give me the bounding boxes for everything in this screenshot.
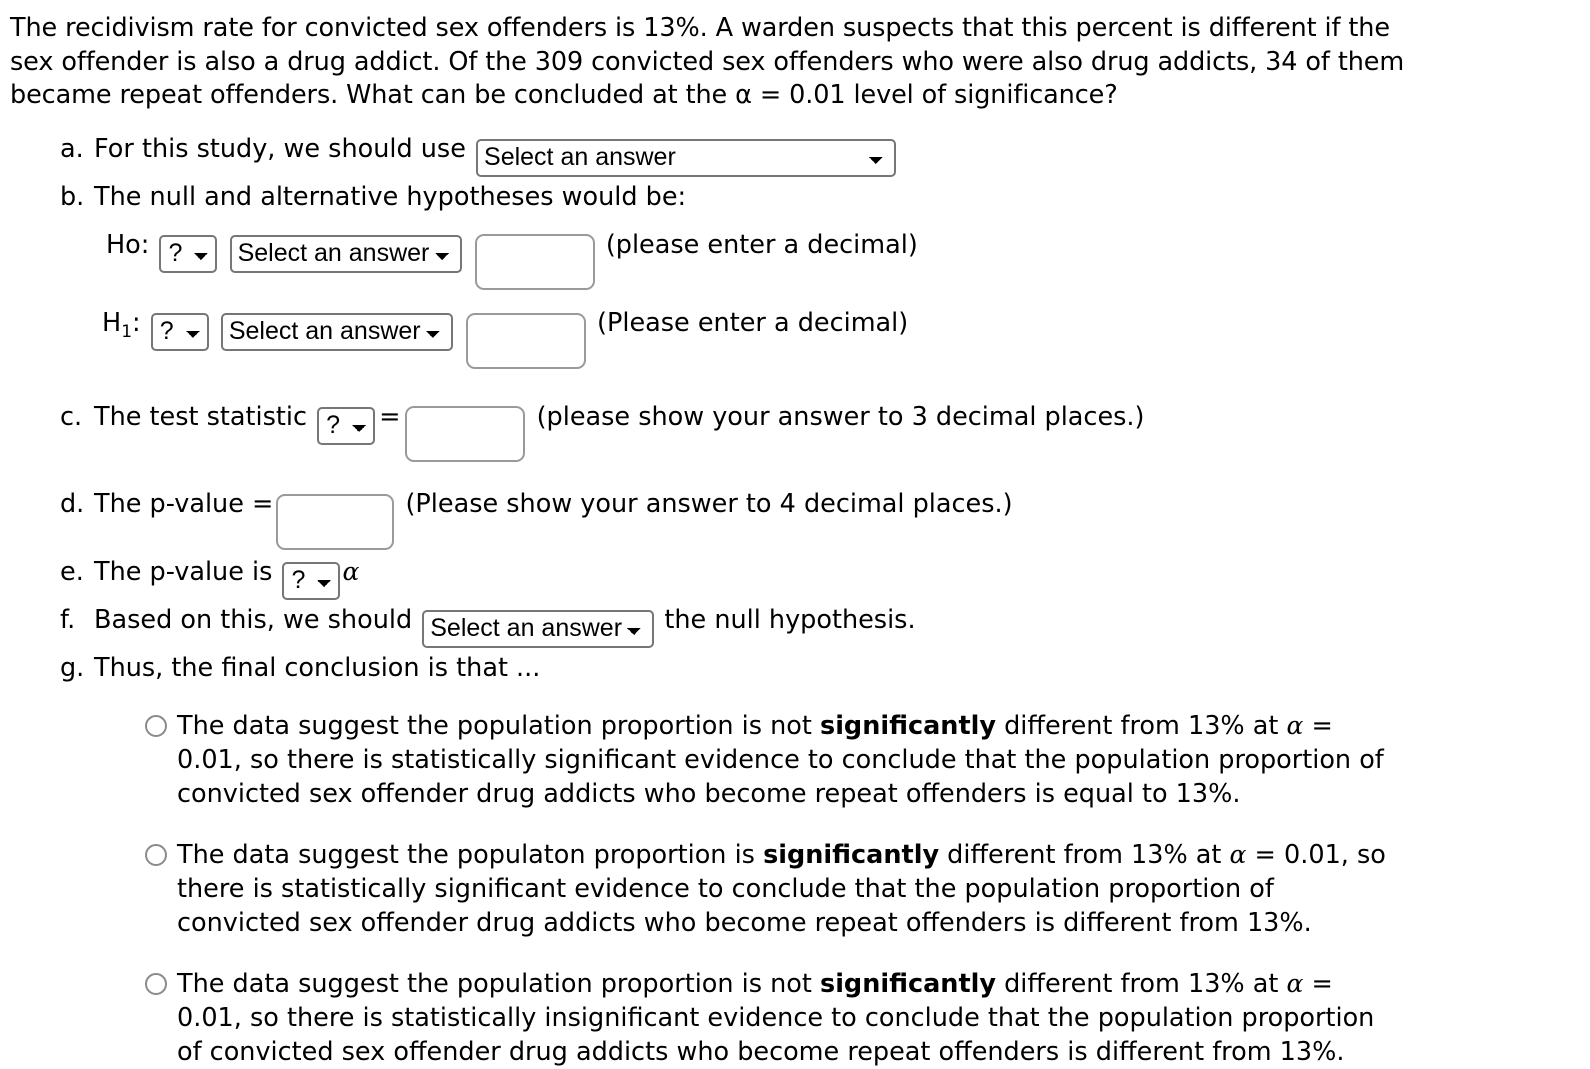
test-statistic-input[interactable] xyxy=(405,406,526,463)
part-g-marker: g. xyxy=(60,652,85,683)
part-e-label: The p-value is xyxy=(94,556,273,587)
alt-value-note: (Please enter a decimal) xyxy=(597,308,909,339)
null-operator-select[interactable]: Select an answer xyxy=(229,234,462,273)
question-prompt: The recidivism rate for convicted sex of… xyxy=(10,13,1405,111)
alpha-symbol: α xyxy=(342,556,360,586)
part-b: b. The null and alternative hypotheses wo… xyxy=(60,181,1576,215)
test-statistic-equals: = xyxy=(379,401,401,432)
p-value-comparison-select[interactable]: ? xyxy=(282,561,341,600)
part-e-marker: e. xyxy=(60,556,84,587)
question-parts-list: a. For this study, we should use Select a… xyxy=(10,133,1576,685)
part-a-marker: a. xyxy=(60,133,84,164)
null-hypothesis-row: Ho: ? Select an answer (please enter a d… xyxy=(60,229,1576,291)
part-a: a. For this study, we should use Select a… xyxy=(60,133,1576,177)
part-b-label: The null and alternative hypotheses woul… xyxy=(94,181,687,212)
part-c-marker: c. xyxy=(60,401,83,432)
question-page: The recidivism rate for convicted sex of… xyxy=(0,0,1590,1067)
alt-hypothesis-label: H1: xyxy=(102,308,141,343)
part-g: g. Thus, the final conclusion is that ... xyxy=(60,652,1576,686)
part-e: e. The p-value is ? α xyxy=(60,555,1576,600)
part-c-label: The test statistic xyxy=(94,401,307,432)
conclusion-option-2[interactable]: The data suggest the populaton proportio… xyxy=(145,838,1400,941)
alpha-symbol: α xyxy=(1286,968,1304,998)
emphasis-significantly: significantly xyxy=(763,840,940,870)
alt-hypothesis-subscript: 1 xyxy=(121,322,133,343)
part-c: c. The test statistic ? = (please show yo… xyxy=(60,401,1576,463)
emphasis-significantly: significantly xyxy=(820,968,997,999)
part-f: f. Based on this, we should Select an ans… xyxy=(60,604,1576,648)
test-statistic-note: (please show your answer to 3 decimal pl… xyxy=(536,401,1145,432)
alpha-symbol: α xyxy=(1229,840,1247,869)
p-value-note: (Please show your answer to 4 decimal pl… xyxy=(405,489,1013,520)
study-type-select[interactable]: Select an answer xyxy=(476,138,897,177)
part-d: d. The p-value = (Please show your answer… xyxy=(60,488,1576,550)
part-f-label-before: Based on this, we should xyxy=(94,604,413,635)
null-parameter-select[interactable]: ? xyxy=(159,234,218,273)
alt-value-input[interactable] xyxy=(465,312,586,369)
part-g-label: Thus, the final conclusion is that ... xyxy=(94,652,541,683)
null-hypothesis-label: Ho: xyxy=(106,229,150,260)
conclusion-option-2-text: The data suggest the populaton proportio… xyxy=(177,840,1386,938)
part-b-marker: b. xyxy=(60,181,85,212)
conclusion-option-3-text: The data suggest the population proporti… xyxy=(177,968,1375,1067)
null-value-input[interactable] xyxy=(474,234,595,291)
part-d-marker: d. xyxy=(60,489,85,520)
p-value-input[interactable] xyxy=(276,493,395,550)
part-f-label-after: the null hypothesis. xyxy=(664,604,916,635)
conclusion-option-1[interactable]: The data suggest the population proporti… xyxy=(145,709,1400,812)
part-f-marker: f. xyxy=(60,604,76,635)
part-a-label: For this study, we should use xyxy=(94,133,466,164)
emphasis-significantly: significantly xyxy=(820,711,997,742)
conclusion-option-3[interactable]: The data suggest the population proporti… xyxy=(145,967,1400,1069)
decision-select[interactable]: Select an answer xyxy=(422,609,655,648)
alpha-symbol: α xyxy=(1286,711,1304,741)
alt-hypothesis-row: H1: ? Select an answer (Please enter a d… xyxy=(60,307,1576,369)
radio-icon[interactable] xyxy=(145,972,167,995)
part-d-label: The p-value = xyxy=(94,489,274,520)
alt-operator-select[interactable]: Select an answer xyxy=(220,313,453,352)
null-value-note: (please enter a decimal) xyxy=(605,229,918,260)
radio-icon[interactable] xyxy=(145,844,167,866)
conclusion-options-group: The data suggest the population proporti… xyxy=(10,709,1576,1069)
alt-parameter-select[interactable]: ? xyxy=(150,313,209,352)
conclusion-option-1-text: The data suggest the population proporti… xyxy=(177,711,1384,810)
test-statistic-select[interactable]: ? xyxy=(317,406,376,445)
